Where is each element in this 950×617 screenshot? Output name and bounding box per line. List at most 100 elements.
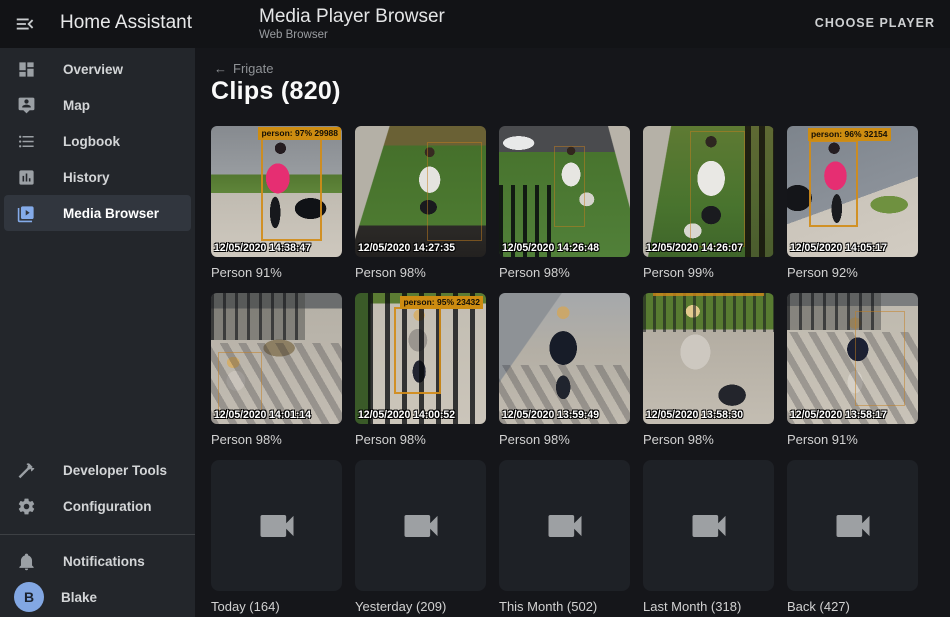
menu-open-icon[interactable] xyxy=(14,13,38,37)
clip-card[interactable]: 12/05/2020 14:01:14 Person 98% xyxy=(211,293,342,447)
detection-chip: person: 96% 32154 xyxy=(808,128,891,141)
clip-card[interactable]: person: 95% 23432 12/05/2020 14:00:52 Pe… xyxy=(355,293,486,447)
detection-box xyxy=(261,135,323,241)
list-bulleted-icon xyxy=(17,132,36,151)
detection-box xyxy=(218,352,263,411)
sidebar-item-label: Map xyxy=(63,98,90,113)
thumbnail-art xyxy=(643,293,774,332)
sidebar-item-notifications[interactable]: Notifications xyxy=(4,543,191,579)
folder-thumbnail xyxy=(787,460,918,591)
folder-card-today[interactable]: Today (164) xyxy=(211,460,342,614)
sidebar-item-configuration[interactable]: Configuration xyxy=(4,488,191,524)
clip-thumbnail: 12/05/2020 14:27:35 xyxy=(355,126,486,257)
back-arrow-icon: ← xyxy=(214,61,227,76)
video-icon xyxy=(831,504,875,548)
video-icon xyxy=(255,504,299,548)
clip-timestamp: 12/05/2020 13:59:49 xyxy=(502,409,599,421)
clip-card[interactable]: 12/05/2020 13:58:30 Person 98% xyxy=(643,293,774,447)
folder-card-last-month[interactable]: Last Month (318) xyxy=(643,460,774,614)
chart-box-icon xyxy=(17,168,36,187)
sidebar-item-label: Logbook xyxy=(63,134,120,149)
folder-label: Today (164) xyxy=(211,599,342,614)
video-icon xyxy=(687,504,731,548)
folder-thumbnail xyxy=(355,460,486,591)
clip-label: Person 92% xyxy=(787,265,918,280)
clip-card[interactable]: 12/05/2020 13:59:49 Person 98% xyxy=(499,293,630,447)
top-app-bar: Home Assistant Media Player Browser Web … xyxy=(0,0,950,48)
clip-timestamp: 12/05/2020 13:58:17 xyxy=(790,409,887,421)
clip-card[interactable]: person: 97% 29988 12/05/2020 14:38:47 Pe… xyxy=(211,126,342,280)
hammer-icon xyxy=(17,461,36,480)
sidebar-item-label: Notifications xyxy=(63,554,145,569)
clip-timestamp: 12/05/2020 14:38:47 xyxy=(214,242,311,254)
app-title: Home Assistant xyxy=(60,12,192,34)
detection-chip: person: 97% 29988 xyxy=(258,127,341,140)
clip-label: Person 99% xyxy=(643,265,774,280)
detection-box xyxy=(690,131,745,246)
gear-icon xyxy=(17,497,36,516)
breadcrumb-back-frigate[interactable]: ← Frigate xyxy=(214,61,273,76)
sidebar-item-media-browser[interactable]: Media Browser xyxy=(4,195,191,231)
clip-timestamp: 12/05/2020 13:58:30 xyxy=(646,409,743,421)
folder-label: Last Month (318) xyxy=(643,599,774,614)
folder-label: Back (427) xyxy=(787,599,918,614)
user-profile[interactable]: B Blake xyxy=(4,579,191,615)
sidebar-item-developer-tools[interactable]: Developer Tools xyxy=(4,452,191,488)
page-title: Clips (820) xyxy=(211,77,341,106)
thumbnail-art xyxy=(211,293,305,340)
clip-card[interactable]: 12/05/2020 14:26:48 Person 98% xyxy=(499,126,630,280)
folder-thumbnail xyxy=(211,460,342,591)
sidebar-divider xyxy=(0,534,195,535)
detection-box xyxy=(809,140,857,226)
video-icon xyxy=(543,504,587,548)
sidebar-item-logbook[interactable]: Logbook xyxy=(4,123,191,159)
detection-box xyxy=(855,311,905,405)
folder-label: Yesterday (209) xyxy=(355,599,486,614)
clip-thumbnail: 12/05/2020 13:58:30 xyxy=(643,293,774,424)
clip-timestamp: 12/05/2020 14:26:48 xyxy=(502,242,599,254)
sidebar-item-label: Configuration xyxy=(63,499,151,514)
sidebar-item-map[interactable]: Map xyxy=(4,87,191,123)
clips-row: 12/05/2020 14:01:14 Person 98% person: 9… xyxy=(211,293,918,447)
page-header-title: Media Player Browser xyxy=(259,6,445,28)
clips-row: person: 97% 29988 12/05/2020 14:38:47 Pe… xyxy=(211,126,918,280)
detection-box xyxy=(394,307,441,393)
clip-card[interactable]: 12/05/2020 13:58:17 Person 91% xyxy=(787,293,918,447)
clip-timestamp: 12/05/2020 14:01:14 xyxy=(214,409,311,421)
detection-box xyxy=(653,293,763,296)
clip-timestamp: 12/05/2020 14:00:52 xyxy=(358,409,455,421)
clip-thumbnail: 12/05/2020 13:58:17 xyxy=(787,293,918,424)
sidebar-item-history[interactable]: History xyxy=(4,159,191,195)
choose-player-button[interactable]: CHOOSE PLAYER xyxy=(815,16,935,30)
clip-card[interactable]: 12/05/2020 14:27:35 Person 98% xyxy=(355,126,486,280)
clip-label: Person 98% xyxy=(499,265,630,280)
folder-thumbnail xyxy=(499,460,630,591)
video-icon xyxy=(399,504,443,548)
clip-label: Person 98% xyxy=(499,432,630,447)
media-browser-content: ← Frigate Clips (820) person: 97% 29988 … xyxy=(195,48,950,617)
folder-card-this-month[interactable]: This Month (502) xyxy=(499,460,630,614)
folder-card-yesterday[interactable]: Yesterday (209) xyxy=(355,460,486,614)
clip-timestamp: 12/05/2020 14:27:35 xyxy=(358,242,455,254)
clip-label: Person 98% xyxy=(355,265,486,280)
clip-card[interactable]: person: 96% 32154 12/05/2020 14:05:17 Pe… xyxy=(787,126,918,280)
sidebar-item-overview[interactable]: Overview xyxy=(4,51,191,87)
clip-timestamp: 12/05/2020 14:26:07 xyxy=(646,242,743,254)
folder-card-back[interactable]: Back (427) xyxy=(787,460,918,614)
clip-thumbnail: person: 97% 29988 12/05/2020 14:38:47 xyxy=(211,126,342,257)
clip-label: Person 98% xyxy=(355,432,486,447)
bell-icon xyxy=(17,552,36,571)
clip-timestamp: 12/05/2020 14:05:17 xyxy=(790,242,887,254)
sidebar: Overview Map Logbook History Media Brows… xyxy=(0,48,195,617)
clip-label: Person 91% xyxy=(211,265,342,280)
clip-thumbnail: person: 95% 23432 12/05/2020 14:00:52 xyxy=(355,293,486,424)
sidebar-item-label: Developer Tools xyxy=(63,463,167,478)
clip-thumbnail: 12/05/2020 14:26:48 xyxy=(499,126,630,257)
play-box-multiple-icon xyxy=(17,204,36,223)
clip-label: Person 91% xyxy=(787,432,918,447)
clip-label: Person 98% xyxy=(211,432,342,447)
breadcrumb-label: Frigate xyxy=(233,61,273,76)
clip-thumbnail: person: 96% 32154 12/05/2020 14:05:17 xyxy=(787,126,918,257)
detection-box xyxy=(554,146,585,227)
clip-card[interactable]: 12/05/2020 14:26:07 Person 99% xyxy=(643,126,774,280)
